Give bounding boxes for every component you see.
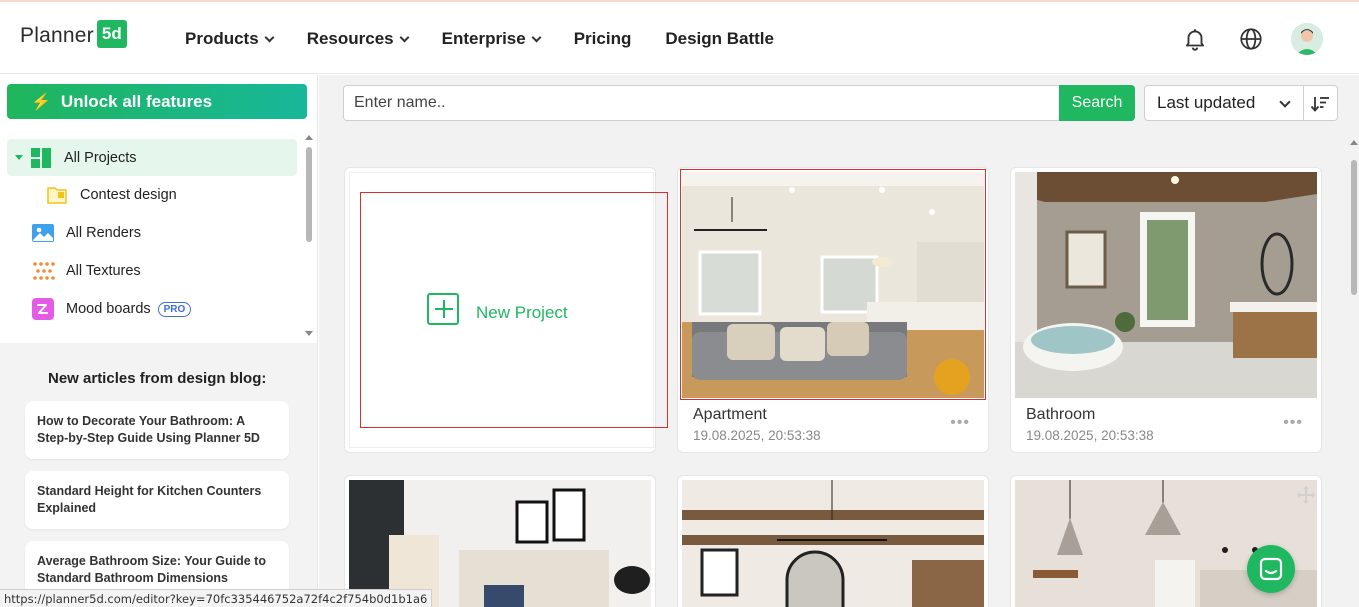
sidebar-item-all-renders[interactable]: All Renders [7, 214, 297, 252]
project-thumbnail[interactable] [1015, 172, 1317, 398]
nav-pricing[interactable]: Pricing [574, 29, 632, 49]
sidebar-item-mood-boards[interactable]: Mood boards PRO [7, 290, 297, 328]
nav-resources-label: Resources [306, 29, 394, 48]
unlock-features-label: Unlock all features [60, 91, 213, 111]
blog-article-link[interactable]: Standard Height for Kitchen Counters Exp… [25, 471, 289, 529]
blog-article-link[interactable]: How to Decorate Your Bathroom: A Step-by… [25, 401, 289, 459]
project-card-dining[interactable] [677, 475, 989, 607]
project-name: Bathroom [1026, 406, 1096, 423]
project-name: Apartment [693, 406, 767, 423]
folder-icon [47, 187, 67, 204]
unlock-features-button[interactable]: ⚡ Unlock all features [7, 84, 307, 119]
sidebar-item-contest-design[interactable]: Contest design [7, 176, 297, 214]
sort-direction-button[interactable] [1303, 85, 1338, 121]
project-card-apartment[interactable]: Apartment 19.08.2025, 20:53:38 ••• [677, 167, 989, 453]
search-button[interactable]: Search [1059, 85, 1135, 121]
nav-resources[interactable]: Resources [306, 29, 410, 49]
chevron-down-icon [399, 32, 410, 42]
avatar[interactable] [1291, 23, 1323, 55]
nav-products[interactable]: Products [185, 29, 275, 49]
chevron-down-icon [531, 32, 542, 42]
top-header: Planner 5d Products Resources Enterprise… [0, 2, 1359, 74]
chevron-down-icon [264, 32, 275, 42]
plus-icon [427, 293, 459, 325]
search-bar: Search [343, 85, 1135, 121]
sidebar-item-label: Mood boards [66, 301, 151, 317]
sidebar-item-label: All Projects [64, 149, 137, 166]
logo-text: Planner [20, 24, 94, 47]
image-icon [32, 224, 54, 242]
more-options-icon[interactable]: ••• [950, 414, 970, 432]
blog-title: New articles from design blog: [48, 370, 267, 387]
blog-panel: New articles from design blog: How to De… [0, 343, 317, 607]
texture-dots-icon [33, 262, 55, 280]
move-icon[interactable] [1296, 485, 1316, 505]
folder-grid-icon [31, 147, 51, 168]
project-card-bathroom[interactable]: Bathroom 19.08.2025, 20:53:38 ••• [1010, 167, 1322, 453]
sidebar-item-label: Contest design [80, 187, 177, 203]
project-tree: All Projects Contest design All Renders [7, 139, 297, 344]
sidebar-item-label: All Renders [66, 225, 141, 241]
moodboard-icon [32, 298, 54, 320]
project-thumbnail[interactable] [682, 480, 984, 607]
pro-badge: PRO [157, 301, 192, 317]
nav-products-label: Products [185, 29, 259, 48]
chat-support-button[interactable] [1247, 545, 1295, 593]
project-card-bedroom[interactable] [344, 475, 656, 607]
nav-enterprise-label: Enterprise [441, 29, 526, 48]
project-thumbnail[interactable] [349, 480, 651, 607]
scroll-down-arrow-icon[interactable] [305, 331, 313, 336]
lightning-icon: ⚡ [31, 93, 51, 111]
caret-down-icon[interactable] [15, 155, 23, 160]
project-date: 19.08.2025, 20:53:38 [693, 428, 821, 443]
scroll-up-arrow-icon[interactable] [305, 135, 313, 140]
nav-pricing-label: Pricing [573, 29, 632, 48]
status-bar-url: https://planner5d.com/editor?key=70fc335… [0, 589, 433, 607]
main-scrollbar[interactable] [1349, 130, 1359, 607]
chat-icon [1259, 557, 1283, 581]
chevron-down-icon [1279, 96, 1291, 108]
new-project-card[interactable]: New Project [344, 167, 656, 453]
globe-icon[interactable] [1238, 26, 1264, 52]
sidebar-item-label: All Textures [66, 263, 141, 279]
projects-main: Search Last updated New Project [319, 75, 1359, 607]
sort-descending-icon [1310, 97, 1329, 112]
project-thumbnail[interactable] [682, 172, 984, 398]
scroll-up-arrow-icon[interactable] [1350, 140, 1358, 145]
logo-badge: 5d [96, 20, 127, 48]
project-date: 19.08.2025, 20:53:38 [1026, 428, 1154, 443]
sidebar: ⚡ Unlock all features All Projects Conte… [0, 75, 318, 607]
sort-select[interactable]: Last updated [1144, 85, 1304, 121]
sidebar-item-all-projects[interactable]: All Projects [7, 139, 297, 176]
new-project-label: New Project [476, 303, 568, 322]
scrollbar-thumb[interactable] [1351, 160, 1357, 295]
nav-design-battle[interactable]: Design Battle [665, 29, 774, 49]
bell-icon[interactable] [1182, 26, 1208, 52]
more-options-icon[interactable]: ••• [1283, 414, 1303, 432]
sidebar-item-all-textures[interactable]: All Textures [7, 252, 297, 290]
search-input[interactable] [344, 86, 1060, 120]
nav-enterprise[interactable]: Enterprise [441, 29, 542, 49]
main-nav: Products Resources Enterprise Pricing De… [185, 29, 808, 49]
planner5d-logo[interactable]: Planner 5d [20, 20, 127, 50]
nav-design-battle-label: Design Battle [665, 29, 774, 48]
sort-select-value: Last updated [1157, 93, 1256, 112]
sidebar-scrollbar[interactable] [305, 135, 313, 340]
scrollbar-thumb[interactable] [306, 147, 312, 242]
